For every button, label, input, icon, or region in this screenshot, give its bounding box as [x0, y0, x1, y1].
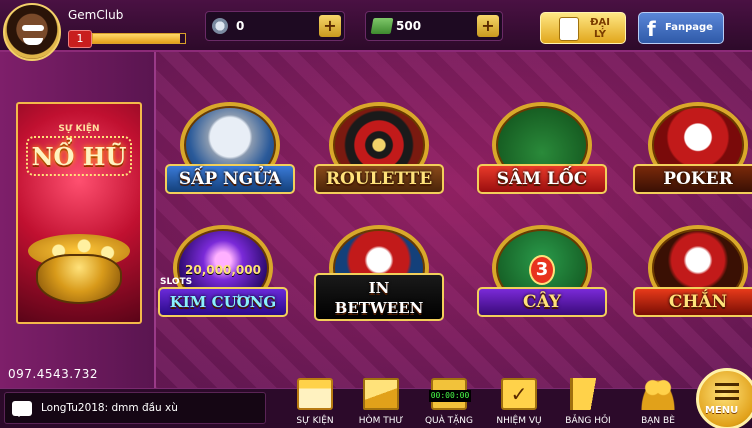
cash-icon: [370, 18, 394, 34]
coin-icon: [212, 18, 228, 34]
nav-label: HÒM THƯ: [358, 416, 404, 426]
game-label: CÂY: [477, 287, 607, 317]
nav-label: NHIỆM VỤ: [496, 416, 542, 426]
chat-bubble-icon: [12, 401, 32, 417]
top-bar: GemClub 1 0 + 500 + ĐẠI LÝ f Fanpage: [0, 0, 752, 52]
game-roulette[interactable]: ROULETTE: [314, 102, 444, 212]
event-banner[interactable]: SỰ KIỆN NỔ HŨ: [16, 102, 142, 324]
flag-icon: [570, 378, 606, 410]
chat-box[interactable]: LongTu2018: dmm đầu xù: [4, 392, 266, 424]
add-coins-button[interactable]: +: [319, 15, 341, 37]
facebook-icon: f: [647, 17, 656, 41]
username: GemClub: [68, 8, 124, 22]
cash-balance: 500 +: [365, 11, 503, 41]
hamburger-icon: [715, 383, 739, 401]
slots-sub: SLOTS: [160, 277, 193, 287]
hotline-number: 097.4543.732: [8, 367, 98, 381]
menu-button[interactable]: MENU: [696, 368, 752, 428]
avatar[interactable]: [3, 3, 61, 61]
game-poker[interactable]: POKER: [633, 102, 752, 212]
game-kim-cuong[interactable]: 20,000,000 SLOTS KIM CƯƠNG: [158, 225, 288, 335]
game-label: SÂM LỐC: [477, 164, 607, 194]
agent-button[interactable]: ĐẠI LÝ: [540, 12, 626, 44]
gold-pot-image: [36, 254, 122, 304]
chat-message: LongTu2018: dmm đầu xù: [41, 402, 178, 414]
game-label: SẤP NGỬA: [165, 164, 295, 194]
nav-label: BẢNG HỎI: [565, 416, 611, 426]
fanpage-label: Fanpage: [665, 22, 713, 33]
nav-label: BẠN BÈ: [641, 416, 675, 426]
game-label: CHẮN: [633, 287, 752, 317]
left-panel: SỰ KIỆN NỔ HŨ: [0, 52, 156, 397]
gift-timer-icon: 00:00:00: [429, 378, 471, 410]
add-cash-button[interactable]: +: [477, 15, 499, 37]
menu-label: MENU: [705, 405, 739, 416]
level-progress-bar: [92, 33, 186, 44]
agent-label-2: LÝ: [593, 29, 607, 40]
game-label: ROULETTE: [314, 164, 444, 194]
gift-timer: 00:00:00: [429, 390, 471, 402]
event-title: NỔ HŨ: [31, 142, 127, 171]
game-chan[interactable]: CHẮN: [633, 225, 752, 335]
game-3-cay[interactable]: 3 CÂY: [477, 225, 607, 335]
level-badge: 1: [68, 30, 92, 48]
game-label-2: BETWEEN: [334, 299, 424, 317]
coin-balance: 0 +: [205, 11, 345, 41]
calendar-icon: [297, 378, 333, 410]
agent-label-1: ĐẠI: [590, 17, 610, 28]
game-in-between[interactable]: IN BETWEEN: [314, 225, 444, 335]
nav-bang-hoi[interactable]: BẢNG HỎI: [557, 372, 619, 428]
game-sam-loc[interactable]: SÂM LỐC: [477, 102, 607, 212]
nav-su-kien[interactable]: SỰ KIỆN: [284, 372, 346, 428]
game-sap-ngua[interactable]: SẤP NGỬA: [165, 102, 295, 212]
nav-label: SỰ KIỆN: [296, 416, 334, 426]
three-number: 3: [529, 255, 555, 285]
coin-value: 0: [236, 19, 245, 33]
event-subtitle: SỰ KIỆN: [58, 124, 100, 134]
clipboard-check-icon: ✓: [501, 378, 537, 410]
game-label: IN: [368, 279, 390, 297]
game-label: POKER: [633, 164, 752, 194]
nav-qua-tang[interactable]: 00:00:00 QUÀ TẶNG: [418, 372, 480, 428]
nav-hom-thu[interactable]: HÒM THƯ: [350, 372, 412, 428]
nav-ban-be[interactable]: BẠN BÈ: [627, 372, 689, 428]
cash-value: 500: [396, 19, 422, 33]
nav-nhiem-vu[interactable]: ✓ NHIỆM VỤ: [488, 372, 550, 428]
nav-label: QUÀ TẶNG: [424, 416, 474, 426]
agent-icon: [559, 17, 579, 41]
game-lobby: GemClub 1 0 + 500 + ĐẠI LÝ f Fanpage SỰ K…: [0, 0, 752, 428]
friends-icon: [640, 378, 676, 410]
slots-jackpot: 20,000,000: [185, 263, 261, 277]
fanpage-button[interactable]: f Fanpage: [638, 12, 724, 44]
game-label: KIM CƯƠNG: [158, 287, 288, 317]
mail-icon: [363, 378, 399, 410]
